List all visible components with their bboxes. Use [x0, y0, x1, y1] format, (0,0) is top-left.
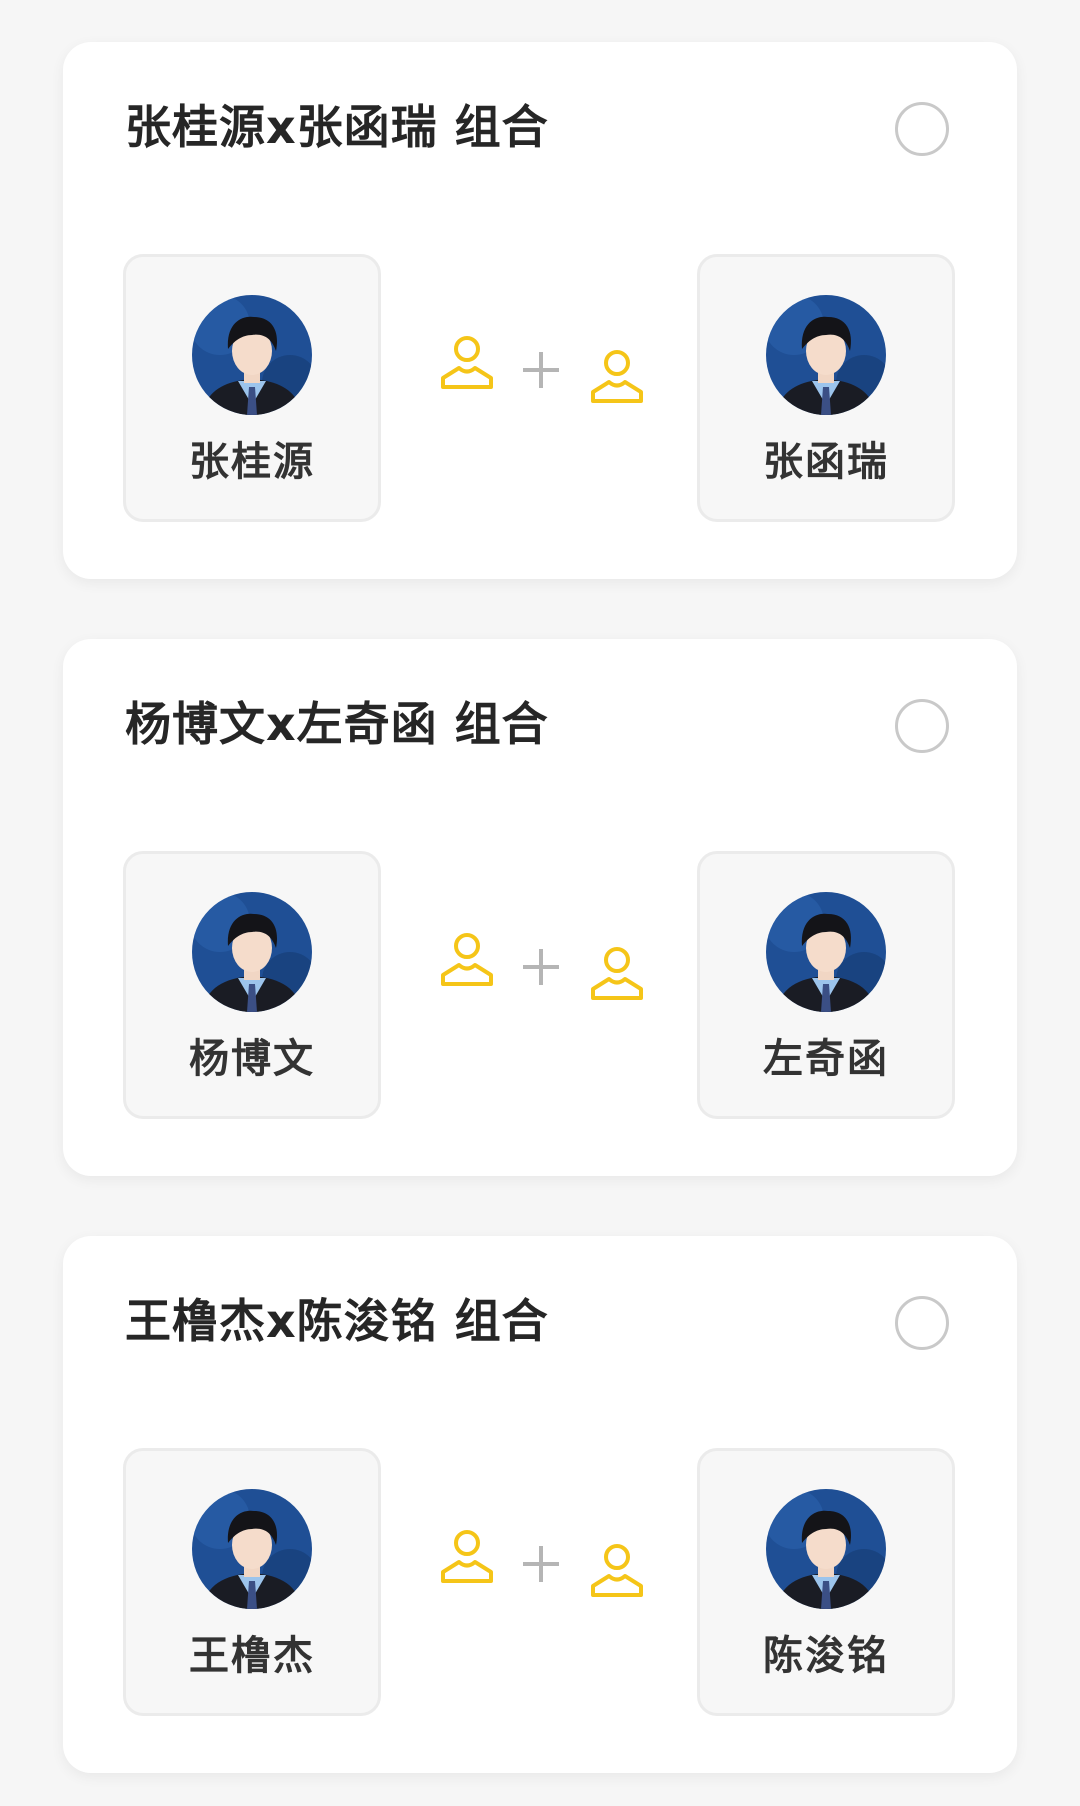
member-card[interactable]: 王橹杰 [123, 1448, 381, 1716]
plus-icon [523, 352, 559, 388]
member-name: 张函瑞 [763, 439, 889, 485]
person-outline-icon [587, 346, 647, 406]
pairing-indicator [433, 332, 653, 422]
pairing-indicator [433, 929, 653, 1019]
person-outline-icon [587, 943, 647, 1003]
group-card[interactable]: 杨博文x左奇函 组合 杨博文 左奇函 [63, 639, 1017, 1176]
member-card[interactable]: 左奇函 [697, 851, 955, 1119]
group-select-radio[interactable] [895, 1296, 949, 1350]
plus-icon [523, 949, 559, 985]
avatar [766, 892, 886, 1012]
group-select-radio[interactable] [895, 699, 949, 753]
member-name: 左奇函 [763, 1036, 889, 1082]
member-card[interactable]: 杨博文 [123, 851, 381, 1119]
member-name: 陈浚铭 [763, 1633, 889, 1679]
person-outline-icon [437, 1526, 497, 1586]
group-title: 张桂源x张函瑞 组合 [125, 100, 549, 154]
group-title: 杨博文x左奇函 组合 [125, 697, 549, 751]
member-name: 杨博文 [189, 1036, 315, 1082]
person-outline-icon [437, 332, 497, 392]
avatar [192, 1489, 312, 1609]
group-card[interactable]: 张桂源x张函瑞 组合 张桂源 张函瑞 [63, 42, 1017, 579]
plus-icon [523, 1546, 559, 1582]
group-select-radio[interactable] [895, 102, 949, 156]
pairing-indicator [433, 1526, 653, 1616]
avatar [192, 295, 312, 415]
person-outline-icon [437, 929, 497, 989]
member-name: 王橹杰 [189, 1633, 315, 1679]
person-outline-icon [587, 1540, 647, 1600]
avatar [192, 892, 312, 1012]
avatar [766, 1489, 886, 1609]
member-card[interactable]: 张桂源 [123, 254, 381, 522]
group-card[interactable]: 王橹杰x陈浚铭 组合 王橹杰 陈浚铭 [63, 1236, 1017, 1773]
member-name: 张桂源 [189, 439, 315, 485]
member-card[interactable]: 陈浚铭 [697, 1448, 955, 1716]
group-title: 王橹杰x陈浚铭 组合 [125, 1294, 549, 1348]
member-card[interactable]: 张函瑞 [697, 254, 955, 522]
avatar [766, 295, 886, 415]
